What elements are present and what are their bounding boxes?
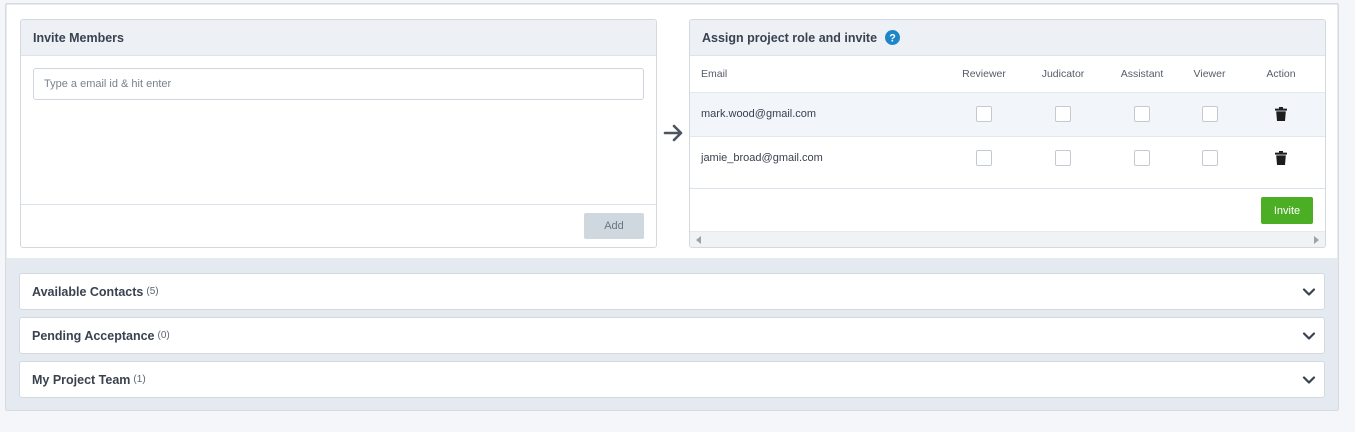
assign-role-title: Assign project role and invite (702, 30, 878, 45)
email-input[interactable] (33, 68, 644, 100)
section-title: My Project Team (32, 372, 131, 387)
column-header-assistant: Assistant (1120, 68, 1164, 81)
table-header-row: Email Reviewer Judicator Assistant Viewe… (690, 57, 1325, 92)
invite-button[interactable]: Invite (1261, 197, 1313, 224)
divider (21, 204, 656, 205)
add-button[interactable]: Add (584, 213, 644, 239)
assistant-checkbox[interactable] (1134, 150, 1150, 167)
section-count: (5) (146, 286, 159, 297)
section-pending-acceptance[interactable]: Pending Acceptance (0) (19, 317, 1325, 354)
question-circle-icon[interactable]: ? (885, 30, 901, 45)
trash-icon[interactable] (1275, 107, 1287, 121)
invite-members-title: Invite Members (21, 20, 656, 56)
svg-text:?: ? (889, 32, 896, 44)
row-email: mark.wood@gmail.com (690, 91, 944, 136)
table-row: jamie_broad@gmail.com (690, 135, 1325, 180)
column-header-judicator: Judicator (1041, 68, 1085, 81)
section-title: Pending Acceptance (32, 328, 155, 343)
section-title: Available Contacts (32, 284, 144, 299)
judicator-checkbox[interactable] (1055, 150, 1071, 167)
column-header-viewer: Viewer (1193, 68, 1226, 81)
assign-role-header: Assign project role and invite ? (690, 20, 1325, 56)
horizontal-scrollbar[interactable] (690, 231, 1325, 247)
scroll-left-icon[interactable] (696, 236, 701, 244)
judicator-checkbox[interactable] (1055, 106, 1071, 122)
viewer-checkbox[interactable] (1201, 106, 1218, 122)
invite-area: Invite Members Add Assign project role a… (7, 5, 1337, 258)
trash-icon[interactable] (1275, 151, 1287, 166)
assign-role-panel: Assign project role and invite ? Email R… (689, 19, 1326, 248)
viewer-checkbox[interactable] (1201, 150, 1218, 167)
reviewer-checkbox[interactable] (976, 106, 992, 122)
section-count: (1) (133, 374, 146, 385)
section-available-contacts[interactable]: Available Contacts (5) (19, 273, 1325, 310)
assistant-checkbox[interactable] (1134, 106, 1150, 122)
chevron-down-icon[interactable] (1302, 285, 1316, 299)
roles-table: Email Reviewer Judicator Assistant Viewe… (690, 57, 1325, 180)
reviewer-checkbox[interactable] (976, 150, 992, 167)
row-email: jamie_broad@gmail.com (690, 135, 944, 180)
divider (690, 188, 1325, 189)
scroll-right-icon[interactable] (1314, 236, 1319, 244)
arrow-right-icon (663, 124, 683, 142)
column-header-reviewer: Reviewer (962, 68, 1006, 81)
table-row: mark.wood@gmail.com (690, 91, 1325, 136)
chevron-down-icon[interactable] (1302, 373, 1316, 387)
invite-page-container: Invite Members Add Assign project role a… (5, 3, 1339, 411)
column-header-action: Action (1266, 68, 1296, 81)
section-my-project-team[interactable]: My Project Team (1) (19, 361, 1325, 398)
section-count: (0) (157, 330, 170, 341)
column-header-email: Email (701, 68, 728, 81)
invite-members-panel: Invite Members Add (20, 19, 657, 248)
chevron-down-icon[interactable] (1302, 329, 1316, 343)
